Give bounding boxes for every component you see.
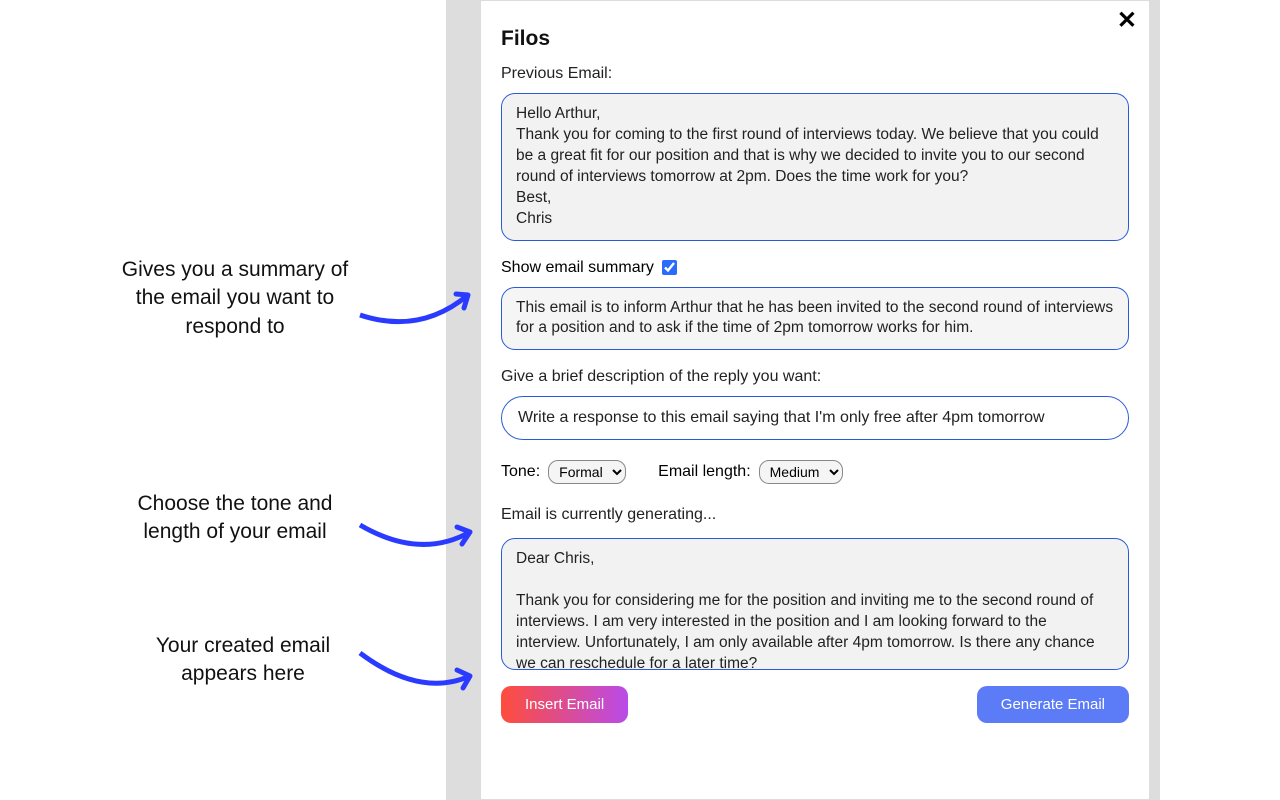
generating-status: Email is currently generating... xyxy=(501,506,1129,524)
close-icon: ✕ xyxy=(1117,7,1137,34)
generated-email-box: Dear Chris, Thank you for considering me… xyxy=(501,538,1129,670)
annotation-summary: Gives you a summary of the email you wan… xyxy=(110,256,360,341)
tone-label: Tone: xyxy=(501,463,540,481)
button-row: Insert Email Generate Email xyxy=(501,686,1129,723)
obscured-background-text xyxy=(458,0,482,800)
previous-email-box: Hello Arthur, Thank you for coming to th… xyxy=(501,93,1129,241)
description-label: Give a brief description of the reply yo… xyxy=(501,368,1129,386)
length-select[interactable]: Medium xyxy=(759,460,843,484)
tone-select[interactable]: Formal xyxy=(548,460,626,484)
annotation-output: Your created email appears here xyxy=(118,632,368,689)
previous-email-label: Previous Email: xyxy=(501,65,1129,83)
close-button[interactable]: ✕ xyxy=(1117,9,1137,33)
insert-email-button[interactable]: Insert Email xyxy=(501,686,628,723)
annotation-tone-length: Choose the tone and length of your email xyxy=(110,490,360,547)
show-summary-label: Show email summary xyxy=(501,259,654,277)
controls-row: Tone: Formal Email length: Medium xyxy=(501,460,1129,484)
filos-modal: ✕ Filos Previous Email: Hello Arthur, Th… xyxy=(480,0,1150,800)
generate-email-button[interactable]: Generate Email xyxy=(977,686,1129,723)
description-input[interactable] xyxy=(501,396,1129,440)
summary-row: Show email summary xyxy=(501,259,1129,277)
length-label: Email length: xyxy=(658,463,751,481)
summary-box: This email is to inform Arthur that he h… xyxy=(501,287,1129,351)
modal-title: Filos xyxy=(501,27,1129,51)
show-summary-checkbox[interactable] xyxy=(662,260,677,275)
